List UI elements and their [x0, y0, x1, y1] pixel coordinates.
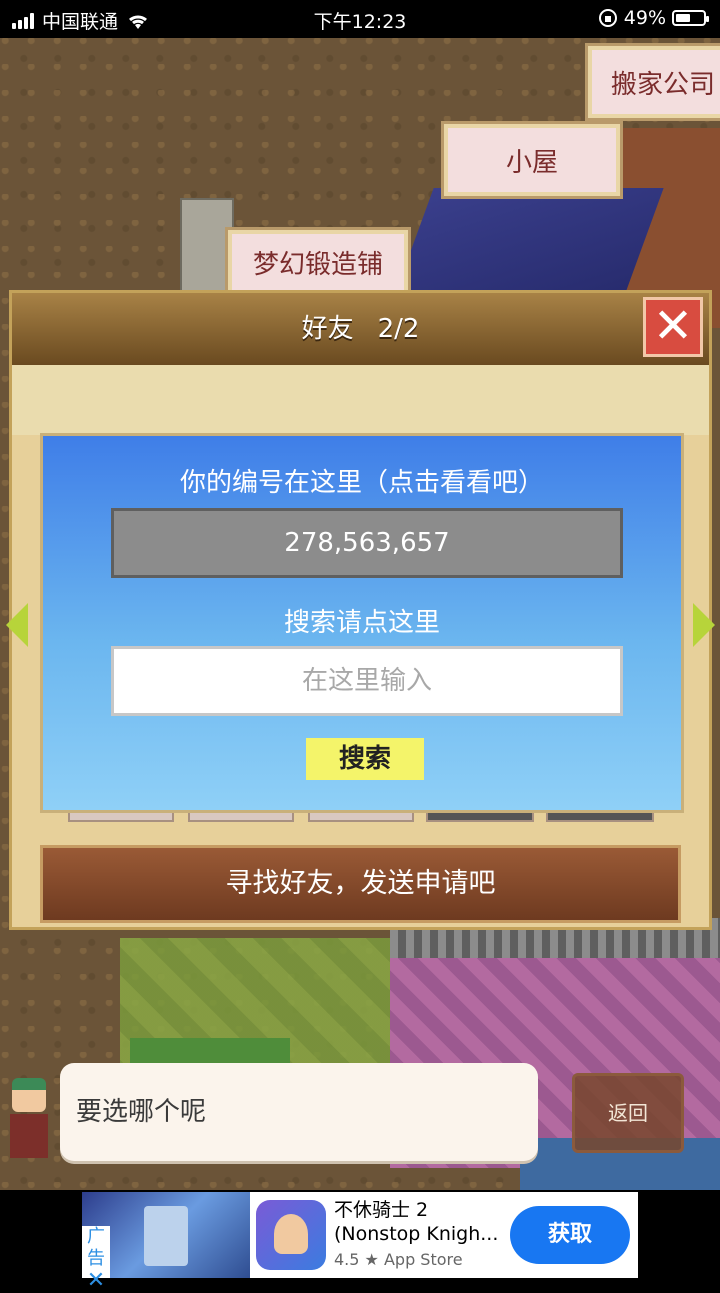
- panel-title: 你的编号在这里（点击看看吧）: [179, 468, 544, 498]
- sign-forge[interactable]: 梦幻锻造铺: [228, 230, 408, 294]
- search-input[interactable]: 在这里输入: [111, 646, 623, 716]
- ad-banner[interactable]: 广告 ✕ 不休骑士 2 (Nonstop Knigh... 4.5 ★ App S…: [0, 1190, 720, 1292]
- status-right: 49%: [598, 7, 709, 29]
- orientation-lock-icon: [598, 9, 617, 27]
- app-icon[interactable]: [256, 1200, 326, 1270]
- back-button[interactable]: 返回: [572, 1073, 684, 1153]
- ad-tag-label: 广告: [87, 1226, 105, 1269]
- npc-avatar: [4, 1068, 54, 1168]
- ad-tag[interactable]: 广告 ✕: [82, 1226, 110, 1292]
- close-icon[interactable]: ✕: [82, 1270, 110, 1292]
- friends-list-strip: [12, 365, 709, 435]
- prev-page-arrow-icon[interactable]: [6, 603, 28, 647]
- id-search-panel: 你的编号在这里（点击看看吧） 278,563,657 搜索请点这里 在这里输入 …: [40, 433, 684, 813]
- ad-content[interactable]: 广告 ✕ 不休骑士 2 (Nonstop Knigh... 4.5 ★ App S…: [82, 1192, 638, 1292]
- close-icon[interactable]: ✕: [643, 297, 703, 357]
- search-label: 搜索请点这里: [283, 608, 440, 638]
- dialog-header: 好友 2/2: [12, 293, 709, 365]
- ad-rating: 4.5 ★ App Store: [334, 1250, 463, 1269]
- battery-percent: 49%: [623, 7, 666, 29]
- player-id-box[interactable]: 278,563,657: [111, 508, 623, 578]
- friends-dialog: 好友 2/2 ✕ 你的编号在这里（点击看看吧） 278,563,657 搜索请点这…: [6, 290, 715, 930]
- ad-title[interactable]: 不休骑士 2 (Nonstop Knigh...: [334, 1198, 514, 1246]
- search-button[interactable]: 搜索: [306, 738, 424, 780]
- battery-icon: [672, 10, 709, 26]
- page-counter: 2/2: [377, 314, 420, 344]
- next-page-arrow-icon[interactable]: [693, 603, 715, 647]
- sign-hut[interactable]: 小屋: [444, 124, 620, 196]
- find-friends-button[interactable]: 寻找好友，发送申请吧: [40, 845, 681, 923]
- chat-bubble: 要选哪个呢: [60, 1063, 538, 1161]
- sign-moving-company[interactable]: 搬家公司: [588, 46, 720, 118]
- dialog-title: 好友: [301, 314, 354, 344]
- game-scene[interactable]: 搬家公司 小屋 梦幻锻造铺 好友 2/2 ✕ 你的编号在这里（点击看看吧） 278…: [0, 38, 720, 1190]
- get-button[interactable]: 获取: [510, 1206, 630, 1264]
- status-bar: 中国联通 下午12:23 49%: [0, 0, 720, 38]
